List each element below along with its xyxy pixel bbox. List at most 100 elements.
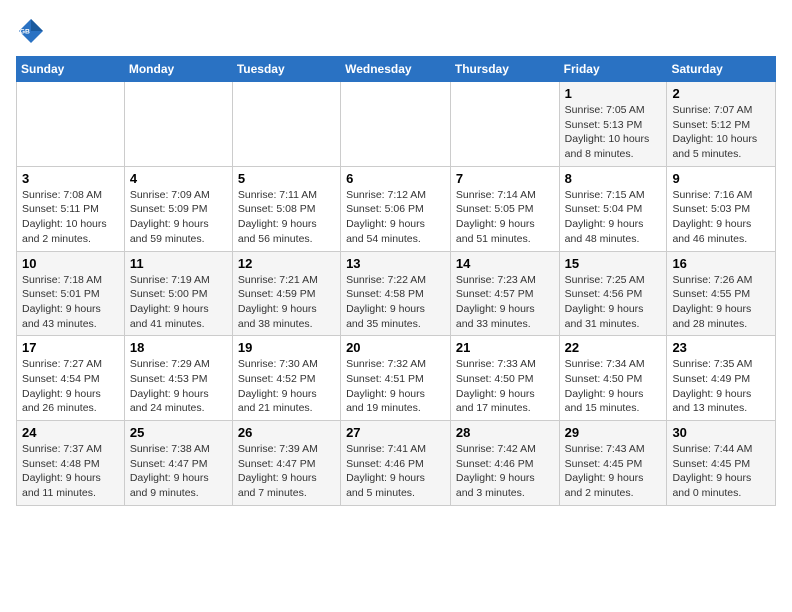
calendar-cell: 6 Sunrise: 7:12 AMSunset: 5:06 PMDaylight…: [341, 166, 451, 251]
day-info: Sunrise: 7:25 AMSunset: 4:56 PMDaylight:…: [565, 273, 662, 332]
day-number: 11: [130, 256, 227, 271]
day-info: Sunrise: 7:26 AMSunset: 4:55 PMDaylight:…: [672, 273, 770, 332]
day-info: Sunrise: 7:41 AMSunset: 4:46 PMDaylight:…: [346, 442, 445, 501]
calendar-cell: 27 Sunrise: 7:41 AMSunset: 4:46 PMDayligh…: [341, 421, 451, 506]
day-number: 23: [672, 340, 770, 355]
day-info: Sunrise: 7:19 AMSunset: 5:00 PMDaylight:…: [130, 273, 227, 332]
calendar-cell: 13 Sunrise: 7:22 AMSunset: 4:58 PMDayligh…: [341, 251, 451, 336]
calendar-cell: 12 Sunrise: 7:21 AMSunset: 4:59 PMDayligh…: [232, 251, 340, 336]
calendar-cell: [124, 82, 232, 167]
day-info: Sunrise: 7:21 AMSunset: 4:59 PMDaylight:…: [238, 273, 335, 332]
calendar-cell: 23 Sunrise: 7:35 AMSunset: 4:49 PMDayligh…: [667, 336, 776, 421]
weekday-header: Monday: [124, 57, 232, 82]
weekday-header: Sunday: [17, 57, 125, 82]
day-number: 22: [565, 340, 662, 355]
logo: GB: [16, 16, 50, 46]
calendar-cell: [450, 82, 559, 167]
calendar-cell: 4Sunrise: 7:09 AMSunset: 5:09 PMDaylight…: [124, 166, 232, 251]
day-info: Sunrise: 7:29 AMSunset: 4:53 PMDaylight:…: [130, 357, 227, 416]
day-info: Sunrise: 7:07 AMSunset: 5:12 PMDaylight:…: [672, 103, 770, 162]
weekday-header: Saturday: [667, 57, 776, 82]
day-number: 17: [22, 340, 119, 355]
weekday-header: Wednesday: [341, 57, 451, 82]
day-number: 1: [565, 86, 662, 101]
calendar-cell: 22 Sunrise: 7:34 AMSunset: 4:50 PMDayligh…: [559, 336, 667, 421]
day-number: 25: [130, 425, 227, 440]
day-number: 27: [346, 425, 445, 440]
day-number: 13: [346, 256, 445, 271]
calendar-cell: [232, 82, 340, 167]
day-info: Sunrise: 7:34 AMSunset: 4:50 PMDaylight:…: [565, 357, 662, 416]
calendar-cell: 24 Sunrise: 7:37 AMSunset: 4:48 PMDayligh…: [17, 421, 125, 506]
day-info: Sunrise: 7:30 AMSunset: 4:52 PMDaylight:…: [238, 357, 335, 416]
day-info: Sunrise: 7:14 AMSunset: 5:05 PMDaylight:…: [456, 188, 554, 247]
day-number: 6: [346, 171, 445, 186]
calendar-cell: 16 Sunrise: 7:26 AMSunset: 4:55 PMDayligh…: [667, 251, 776, 336]
weekday-header: Tuesday: [232, 57, 340, 82]
day-number: 15: [565, 256, 662, 271]
svg-text:GB: GB: [20, 28, 30, 35]
calendar-cell: 20 Sunrise: 7:32 AMSunset: 4:51 PMDayligh…: [341, 336, 451, 421]
day-number: 12: [238, 256, 335, 271]
calendar-cell: 5Sunrise: 7:11 AMSunset: 5:08 PMDaylight…: [232, 166, 340, 251]
day-number: 18: [130, 340, 227, 355]
day-info: Sunrise: 7:33 AMSunset: 4:50 PMDaylight:…: [456, 357, 554, 416]
calendar-cell: 10 Sunrise: 7:18 AMSunset: 5:01 PMDayligh…: [17, 251, 125, 336]
day-number: 26: [238, 425, 335, 440]
day-info: Sunrise: 7:32 AMSunset: 4:51 PMDaylight:…: [346, 357, 445, 416]
weekday-header: Thursday: [450, 57, 559, 82]
day-info: Sunrise: 7:42 AMSunset: 4:46 PMDaylight:…: [456, 442, 554, 501]
calendar-cell: 14 Sunrise: 7:23 AMSunset: 4:57 PMDayligh…: [450, 251, 559, 336]
calendar-cell: [341, 82, 451, 167]
calendar-cell: [17, 82, 125, 167]
day-number: 16: [672, 256, 770, 271]
day-number: 24: [22, 425, 119, 440]
calendar-cell: 3Sunrise: 7:08 AMSunset: 5:11 PMDaylight…: [17, 166, 125, 251]
day-info: Sunrise: 7:37 AMSunset: 4:48 PMDaylight:…: [22, 442, 119, 501]
day-info: Sunrise: 7:39 AMSunset: 4:47 PMDaylight:…: [238, 442, 335, 501]
calendar-cell: 1 Sunrise: 7:05 AMSunset: 5:13 PMDaylight…: [559, 82, 667, 167]
calendar-cell: 26 Sunrise: 7:39 AMSunset: 4:47 PMDayligh…: [232, 421, 340, 506]
day-info: Sunrise: 7:23 AMSunset: 4:57 PMDaylight:…: [456, 273, 554, 332]
calendar-cell: 18 Sunrise: 7:29 AMSunset: 4:53 PMDayligh…: [124, 336, 232, 421]
day-info: Sunrise: 7:11 AMSunset: 5:08 PMDaylight:…: [238, 188, 335, 247]
day-info: Sunrise: 7:16 AMSunset: 5:03 PMDaylight:…: [672, 188, 770, 247]
calendar-cell: 7 Sunrise: 7:14 AMSunset: 5:05 PMDaylight…: [450, 166, 559, 251]
calendar-cell: 21 Sunrise: 7:33 AMSunset: 4:50 PMDayligh…: [450, 336, 559, 421]
day-info: Sunrise: 7:35 AMSunset: 4:49 PMDaylight:…: [672, 357, 770, 416]
calendar-cell: 19Sunrise: 7:30 AMSunset: 4:52 PMDayligh…: [232, 336, 340, 421]
calendar-cell: 30 Sunrise: 7:44 AMSunset: 4:45 PMDayligh…: [667, 421, 776, 506]
weekday-header: Friday: [559, 57, 667, 82]
calendar-cell: 17 Sunrise: 7:27 AMSunset: 4:54 PMDayligh…: [17, 336, 125, 421]
day-number: 14: [456, 256, 554, 271]
calendar-cell: 8 Sunrise: 7:15 AMSunset: 5:04 PMDaylight…: [559, 166, 667, 251]
day-info: Sunrise: 7:44 AMSunset: 4:45 PMDaylight:…: [672, 442, 770, 501]
day-info: Sunrise: 7:09 AMSunset: 5:09 PMDaylight:…: [130, 188, 227, 247]
calendar-cell: 29 Sunrise: 7:43 AMSunset: 4:45 PMDayligh…: [559, 421, 667, 506]
day-number: 8: [565, 171, 662, 186]
day-info: Sunrise: 7:18 AMSunset: 5:01 PMDaylight:…: [22, 273, 119, 332]
day-number: 28: [456, 425, 554, 440]
calendar-cell: 2 Sunrise: 7:07 AMSunset: 5:12 PMDaylight…: [667, 82, 776, 167]
day-info: Sunrise: 7:08 AMSunset: 5:11 PMDaylight:…: [22, 188, 119, 247]
calendar-table: SundayMondayTuesdayWednesdayThursdayFrid…: [16, 56, 776, 506]
day-info: Sunrise: 7:15 AMSunset: 5:04 PMDaylight:…: [565, 188, 662, 247]
day-info: Sunrise: 7:43 AMSunset: 4:45 PMDaylight:…: [565, 442, 662, 501]
day-number: 2: [672, 86, 770, 101]
day-info: Sunrise: 7:12 AMSunset: 5:06 PMDaylight:…: [346, 188, 445, 247]
calendar-cell: 28 Sunrise: 7:42 AMSunset: 4:46 PMDayligh…: [450, 421, 559, 506]
day-number: 10: [22, 256, 119, 271]
calendar-cell: 11 Sunrise: 7:19 AMSunset: 5:00 PMDayligh…: [124, 251, 232, 336]
day-number: 29: [565, 425, 662, 440]
day-number: 21: [456, 340, 554, 355]
day-info: Sunrise: 7:38 AMSunset: 4:47 PMDaylight:…: [130, 442, 227, 501]
calendar-cell: 15 Sunrise: 7:25 AMSunset: 4:56 PMDayligh…: [559, 251, 667, 336]
logo-icon: GB: [16, 16, 46, 46]
day-number: 30: [672, 425, 770, 440]
day-info: Sunrise: 7:22 AMSunset: 4:58 PMDaylight:…: [346, 273, 445, 332]
page-header: GB: [16, 16, 776, 46]
day-info: Sunrise: 7:27 AMSunset: 4:54 PMDaylight:…: [22, 357, 119, 416]
day-info: Sunrise: 7:05 AMSunset: 5:13 PMDaylight:…: [565, 103, 662, 162]
day-number: 20: [346, 340, 445, 355]
day-number: 7: [456, 171, 554, 186]
